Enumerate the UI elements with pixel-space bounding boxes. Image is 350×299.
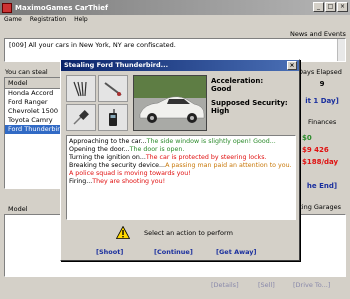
details-button[interactable]: [Details] [211,281,239,289]
finance-debt: $9 426 [302,146,329,154]
dialog-title: Stealing Ford Thunderbird... [64,61,169,69]
log-line: Turning the ignition on...The car is pro… [69,154,267,161]
news-scrollbar[interactable] [337,39,345,61]
news-header: News and Events [290,30,346,38]
security-label: Supposed Security: [211,99,288,107]
garage-model-header: Model [8,205,28,213]
menu-registration[interactable]: Registration [30,15,66,25]
window-title: MaximoGames CarThief [15,3,109,12]
log-line: Approaching to the car...The side window… [69,138,276,145]
cars-list: Model Honda Accord Ford Ranger Chevrolet… [4,77,64,189]
security-value: High [211,107,230,115]
warning-icon [116,226,130,239]
prompt-text: Select an action to perform [144,229,233,237]
wait-day-button[interactable]: it 1 Day] [298,97,346,105]
list-item[interactable]: Toyota Camry [5,116,63,125]
maximize-button[interactable]: □ [325,2,336,12]
log-line: A police squad is moving towards you! [69,170,191,177]
days-elapsed-label: Days Elapsed [298,68,342,76]
car-image [134,76,206,130]
list-item-selected[interactable]: Ford Thunderbird [5,125,63,134]
bottom-actions: [Details] [Sell] [Drive To...] [0,281,350,293]
acceleration-value: Good [211,85,232,93]
sell-button[interactable]: [Sell] [258,281,275,289]
news-text: [009] All your cars in New York, NY are … [9,41,176,49]
log-line: Firing...They are shooting you! [69,178,166,185]
menu-help[interactable]: Help [74,15,88,25]
log-line: Opening the door...The door is open. [69,146,185,153]
title-bar: MaximoGames CarThief _ □ × [0,0,350,15]
tool-screwdriver[interactable] [66,104,96,131]
event-log: Approaching to the car...The side window… [66,135,296,220]
app-icon [2,2,12,13]
radio-scanner-icon [109,108,117,126]
tool-lockpick-set[interactable] [66,75,96,102]
car-photo [133,75,207,131]
shoot-button[interactable]: [Shoot] [96,248,123,256]
you-can-steal-label: You can steal [5,68,48,76]
minimize-button[interactable]: _ [313,2,324,12]
log-line: Breaking the security device...A passing… [69,162,292,169]
car-info: Acceleration: Good Supposed Security: Hi… [211,77,299,115]
list-item[interactable]: Chevrolet 1500 [5,107,63,116]
finance-cash: $0 [302,134,312,142]
lockpick-icon [73,81,87,96]
tools-grid [66,75,128,131]
list-item[interactable]: Ford Ranger [5,98,63,107]
menu-bar: Game Registration Help [0,15,350,25]
drive-to-button[interactable]: [Drive To...] [293,281,330,289]
list-item[interactable]: Honda Accord [5,89,63,98]
screwdriver-icon [73,109,89,125]
right-column: Days Elapsed 9 it 1 Day] Finances $0 $9 … [298,64,346,211]
tool-radio-scanner[interactable] [98,104,128,131]
slim-jim-icon [104,81,122,96]
end-game-button[interactable]: he End] [298,182,346,190]
action-prompt: Select an action to perform [Shoot] [Con… [66,224,296,258]
model-column-header[interactable]: Model [5,78,63,89]
acceleration-label: Acceleration: [211,77,264,85]
parking-garages-label: king Garages [298,203,342,211]
get-away-button[interactable]: [Get Away] [216,248,257,256]
stealing-dialog: Stealing Ford Thunderbird... × Accelerat… [60,59,300,261]
finances-label: Finances [308,118,337,126]
days-elapsed-value: 9 [319,80,325,88]
close-button[interactable]: × [337,2,348,12]
finance-rate: $188/day [302,158,339,166]
menu-game[interactable]: Game [4,15,22,25]
continue-button[interactable]: [Continue] [154,248,193,256]
dialog-title-bar: Stealing Ford Thunderbird... × [61,60,299,71]
tool-slim-jim[interactable] [98,75,128,102]
dialog-close-button[interactable]: × [287,61,297,70]
